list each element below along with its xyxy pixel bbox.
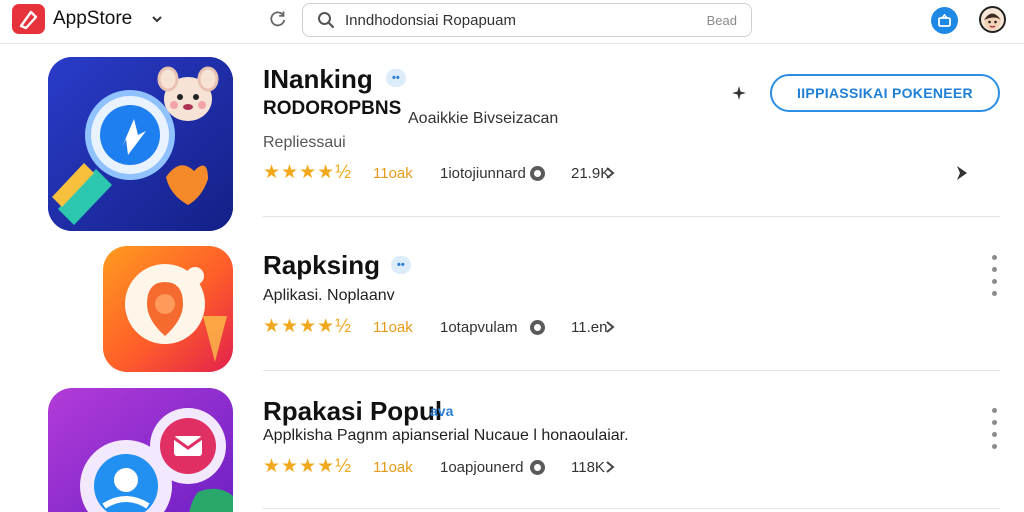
app-description: Applkisha Pagnm apianserial Nucaue l hon…	[263, 427, 629, 444]
app-badge: ••	[386, 69, 406, 87]
chevron-down-icon[interactable]	[150, 12, 164, 26]
app-badge: ••	[391, 256, 411, 274]
app-description: Repliessaui	[263, 134, 346, 151]
divider	[263, 216, 1000, 217]
top-bar: AppStore Inndhodonsiai Ropapuam Bead	[0, 0, 1024, 44]
rating-stars: ★★★★½	[263, 162, 352, 183]
chevron-right-icon[interactable]	[954, 164, 970, 182]
appstore-logo-icon[interactable]	[12, 4, 45, 34]
rating-stars: ★★★★½	[263, 456, 352, 477]
app-icon-ranking[interactable]	[48, 57, 233, 231]
app-icon-rpakasi[interactable]	[48, 388, 233, 512]
chevron-right-icon[interactable]	[604, 166, 616, 180]
download-count: 1oapjounerd	[440, 459, 524, 476]
app-brand-name: AppStore	[53, 8, 133, 29]
divider	[263, 370, 1000, 371]
divider	[263, 508, 1000, 509]
app-category: Aoaikkie Bivseizacan	[408, 110, 559, 127]
app-size: 118K	[571, 459, 605, 476]
install-button[interactable]: IIPPIASSIKAI POKENEER	[770, 74, 1000, 112]
app-description: Aplikasi. Noplaanv	[263, 287, 395, 304]
download-icon	[530, 166, 545, 181]
rating-count: 11oak	[373, 319, 413, 336]
avatar[interactable]	[979, 6, 1006, 33]
app-badge: ava	[430, 403, 454, 419]
download-icon	[530, 460, 545, 475]
download-count: 1otapvulam	[440, 319, 518, 336]
search-input[interactable]: Inndhodonsiai Ropapuam	[345, 12, 516, 29]
app-subtitle: RODOROPBNS	[263, 98, 402, 119]
share-icon[interactable]	[731, 85, 747, 101]
rating-stars: ★★★★½	[263, 316, 352, 337]
search-bar[interactable]: Inndhodonsiai Ropapuam Bead	[302, 3, 752, 37]
search-icon	[318, 12, 335, 29]
app-icon-rapksing[interactable]	[103, 246, 233, 372]
more-vertical-icon[interactable]	[992, 255, 998, 299]
rating-count: 11oak	[373, 165, 413, 182]
download-icon	[530, 320, 545, 335]
search-button[interactable]: Bead	[707, 13, 737, 28]
rating-count: 11oak	[373, 459, 413, 476]
chevron-right-icon[interactable]	[604, 460, 616, 474]
refresh-icon[interactable]	[268, 9, 288, 29]
download-count: 1iotojiunnard	[440, 165, 526, 182]
app-title[interactable]: INanking	[263, 64, 373, 95]
app-title[interactable]: Rapksing	[263, 250, 380, 281]
app-size: 11.en	[571, 319, 608, 336]
notification-icon[interactable]	[931, 7, 958, 34]
app-title[interactable]: Rpakasi Popul	[263, 396, 442, 427]
more-vertical-icon[interactable]	[992, 408, 998, 452]
chevron-right-icon[interactable]	[604, 320, 616, 334]
